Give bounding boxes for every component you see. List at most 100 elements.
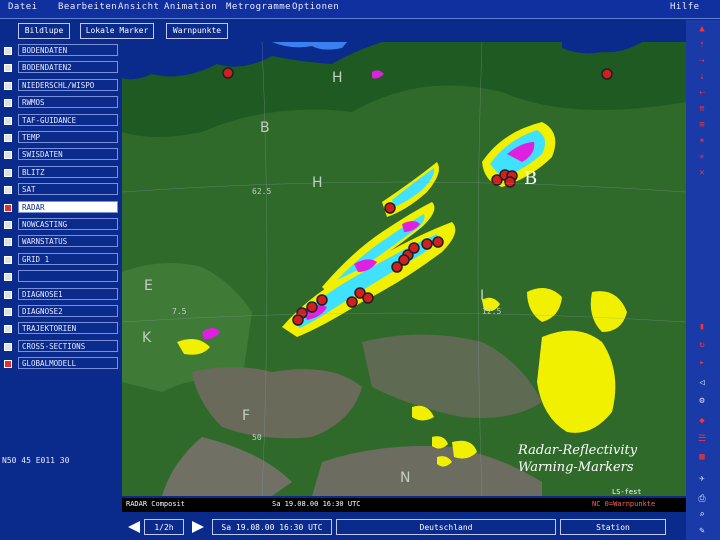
pan-north-icon[interactable]: ⇡ [689,38,715,52]
next-icon[interactable]: ▸ [689,356,715,370]
layer-row[interactable]: BODENDATEN [4,44,120,58]
warning-marker[interactable] [222,67,234,79]
menu-metrogramme[interactable]: Metrogramme [226,2,291,12]
layer-checkbox[interactable] [4,360,12,369]
list-icon[interactable]: ☰ [689,432,715,446]
layer-checkbox[interactable] [4,221,12,229]
layer-label[interactable]: BLITZ [18,165,118,178]
layer-row[interactable]: SWISDATEN [4,148,120,162]
layer-label[interactable]: GLOBALMODELL [18,357,118,370]
warning-marker[interactable] [601,68,613,80]
layer-label[interactable]: TAF-GUIDANCE [18,113,118,126]
warning-marker[interactable] [421,238,433,250]
settings-icon[interactable]: ⚙ [689,394,715,408]
layer-label[interactable]: DIAGNOSE2 [18,305,118,317]
layer-checkbox[interactable] [4,168,12,177]
layer-row[interactable]: RWMOS [4,96,120,110]
layer-label[interactable]: RWMOS [18,96,118,109]
bird-icon[interactable]: ✈ [689,472,715,486]
layer-checkbox[interactable] [4,151,12,160]
layer-row[interactable]: TEMP [4,131,120,145]
layer-checkbox[interactable] [4,134,12,142]
warning-marker[interactable] [408,242,420,254]
layer-label[interactable]: BODENDATEN2 [18,61,118,74]
layer-label[interactable]: CROSS-SECTIONS [18,339,118,352]
layer-checkbox[interactable] [4,308,12,316]
region-select[interactable]: Deutschland [336,519,556,535]
menu-optionen[interactable]: Optionen [292,2,339,12]
menu-hilfe[interactable]: Hilfe [670,2,700,12]
warning-marker[interactable] [504,176,516,188]
play-icon[interactable]: ◁ [689,376,715,390]
warning-marker[interactable] [432,236,444,248]
layer-label[interactable]: NIEDERSCHL/WISPO [18,78,118,91]
menu-ansicht[interactable]: Ansicht [118,2,159,12]
layer-row[interactable]: DIAGNOSE1 [4,287,120,302]
layer-checkbox[interactable] [4,255,12,264]
warning-marker[interactable] [306,301,318,313]
layer-label[interactable]: TEMP [18,131,118,143]
crosshair-icon[interactable]: ✳ [689,150,715,164]
layer-label[interactable]: SAT [18,183,118,196]
frame-step[interactable]: 1/2h [144,519,184,535]
edit-icon[interactable]: ✎ [689,524,715,538]
layer-row[interactable]: NOWCASTING [4,218,120,232]
layer-row[interactable]: RADAR [4,200,120,215]
warning-marker[interactable] [316,294,328,306]
menu-icon[interactable]: ≡ [689,118,715,132]
warning-marker[interactable] [362,292,374,304]
layer-checkbox[interactable] [4,203,12,212]
layer-row[interactable]: TAF-GUIDANCE [4,113,120,128]
layer-label[interactable] [18,270,118,283]
layer-label[interactable]: TRAJEKTORIEN [18,322,118,335]
tab-warnpunkte[interactable]: Warnpunkte [166,23,228,39]
radar-map[interactable]: H B H B E K L F N 62.5 7.5 12.5 50 [122,42,686,496]
warning-marker[interactable] [346,296,358,308]
layer-label[interactable]: RADAR [18,200,118,213]
layer-checkbox[interactable] [4,116,12,125]
warning-marker[interactable] [292,314,304,326]
loop-icon[interactable]: ↻ [689,338,715,352]
layer-row[interactable]: NIEDERSCHL/WISPO [4,78,120,93]
layer-row[interactable]: DIAGNOSE2 [4,305,120,319]
frame-datetime[interactable]: Sa 19.08.00 16:30 UTC [212,519,332,535]
layer-checkbox[interactable] [4,99,12,108]
layer-label[interactable]: WARNSTATUS [18,235,118,248]
layer-checkbox[interactable] [4,342,12,351]
menu-bearbeiten[interactable]: Bearbeiten [58,2,117,12]
prev-frame-icon[interactable] [126,519,142,535]
layer-row[interactable]: BODENDATEN2 [4,61,120,75]
marker-icon[interactable]: ◆ [689,414,715,428]
layer-label[interactable]: BODENDATEN [18,44,118,56]
pan-east-icon[interactable]: ⇢ [689,54,715,68]
layer-label[interactable]: DIAGNOSE1 [18,287,118,300]
layer-label[interactable]: NOWCASTING [18,218,118,230]
layer-checkbox[interactable] [4,273,12,282]
layer-checkbox[interactable] [4,290,12,299]
layer-row[interactable]: WARNSTATUS [4,235,120,249]
layer-checkbox[interactable] [4,81,12,90]
zoom-icon[interactable]: ⌕ [689,508,715,522]
layer-checkbox[interactable] [4,238,12,247]
layer-row[interactable]: SAT [4,183,120,197]
close-icon[interactable]: ✕ [689,166,715,180]
map-canvas[interactable]: H B H B E K L F N 62.5 7.5 12.5 50 [122,42,686,496]
layer-row[interactable]: GLOBALMODELL [4,357,120,371]
menu-datei[interactable]: Datei [8,2,38,12]
layer-row[interactable] [4,270,120,284]
layer-checkbox[interactable] [4,325,12,334]
layer-row[interactable]: CROSS-SECTIONS [4,339,120,354]
warning-marker[interactable] [384,202,396,214]
step-icon[interactable]: ▮ [689,320,715,334]
station-select[interactable]: Station [560,519,666,535]
layer-label[interactable]: SWISDATEN [18,148,118,161]
layer-checkbox[interactable] [4,186,12,195]
layer-row[interactable]: TRAJEKTORIEN [4,322,120,336]
tab-lokale-marker[interactable]: Lokale Marker [80,23,154,39]
warning-marker[interactable] [398,254,410,266]
layer-checkbox[interactable] [4,47,12,55]
layer-checkbox[interactable] [4,64,12,73]
pan-west-icon[interactable]: ⇠ [689,86,715,100]
print-icon[interactable]: ⎙ [689,492,715,506]
tab-bildlupe[interactable]: Bildlupe [18,23,70,39]
